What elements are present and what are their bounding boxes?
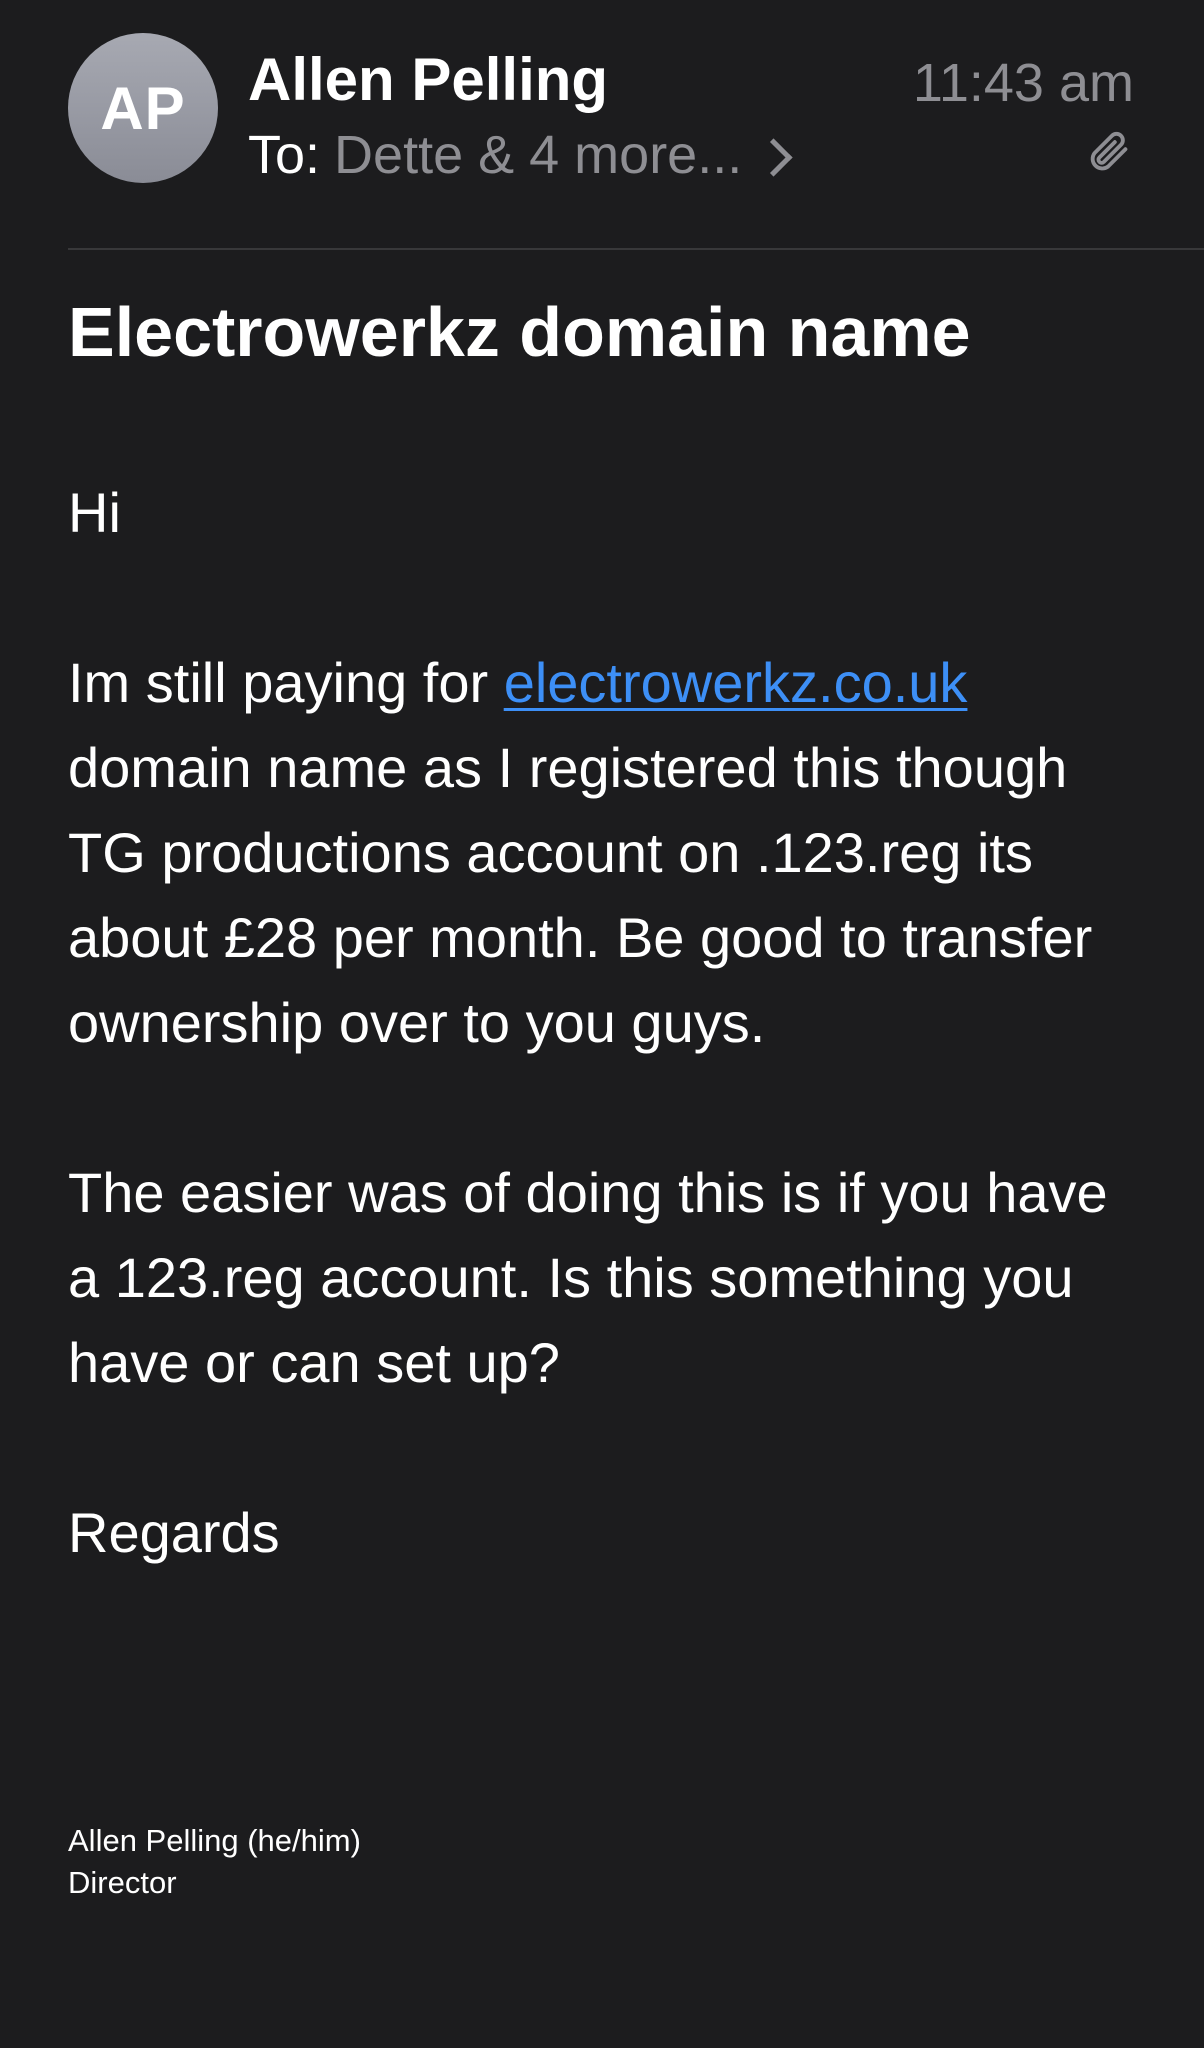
body-paragraph-1: Im still paying for electrowerkz.co.uk d… xyxy=(68,640,1148,1065)
recipients-summary[interactable]: Dette & 4 more... xyxy=(334,122,742,188)
closing: Regards xyxy=(68,1501,280,1564)
header-divider xyxy=(68,248,1204,250)
greeting: Hi xyxy=(68,481,121,544)
avatar[interactable]: AP xyxy=(68,33,218,183)
to-label: To: xyxy=(248,125,321,185)
para1-text-after: domain name as I registered this though … xyxy=(68,736,1093,1054)
domain-link[interactable]: electrowerkz.co.uk xyxy=(504,651,968,714)
recipients-row[interactable]: To: Dette & 4 more... xyxy=(248,122,793,188)
email-body: Hi Im still paying for electrowerkz.co.u… xyxy=(68,470,1148,1660)
chevron-right-icon[interactable] xyxy=(754,137,793,177)
body-paragraph-2: The easier was of doing this is if you h… xyxy=(68,1161,1108,1394)
timestamp: 11:43 am xyxy=(912,53,1134,113)
signature: Allen Pelling (he/him) Director xyxy=(68,1820,361,1904)
signature-title: Director xyxy=(68,1865,177,1900)
signature-name: Allen Pelling (he/him) xyxy=(68,1823,361,1858)
email-subject: Electrowerkz domain name xyxy=(68,293,971,371)
sender-name[interactable]: Allen Pelling xyxy=(248,44,608,116)
paperclip-icon xyxy=(1090,131,1128,171)
email-header: AP Allen Pelling To: Dette & 4 more... 1… xyxy=(0,0,1204,250)
para1-text-before: Im still paying for xyxy=(68,651,504,714)
